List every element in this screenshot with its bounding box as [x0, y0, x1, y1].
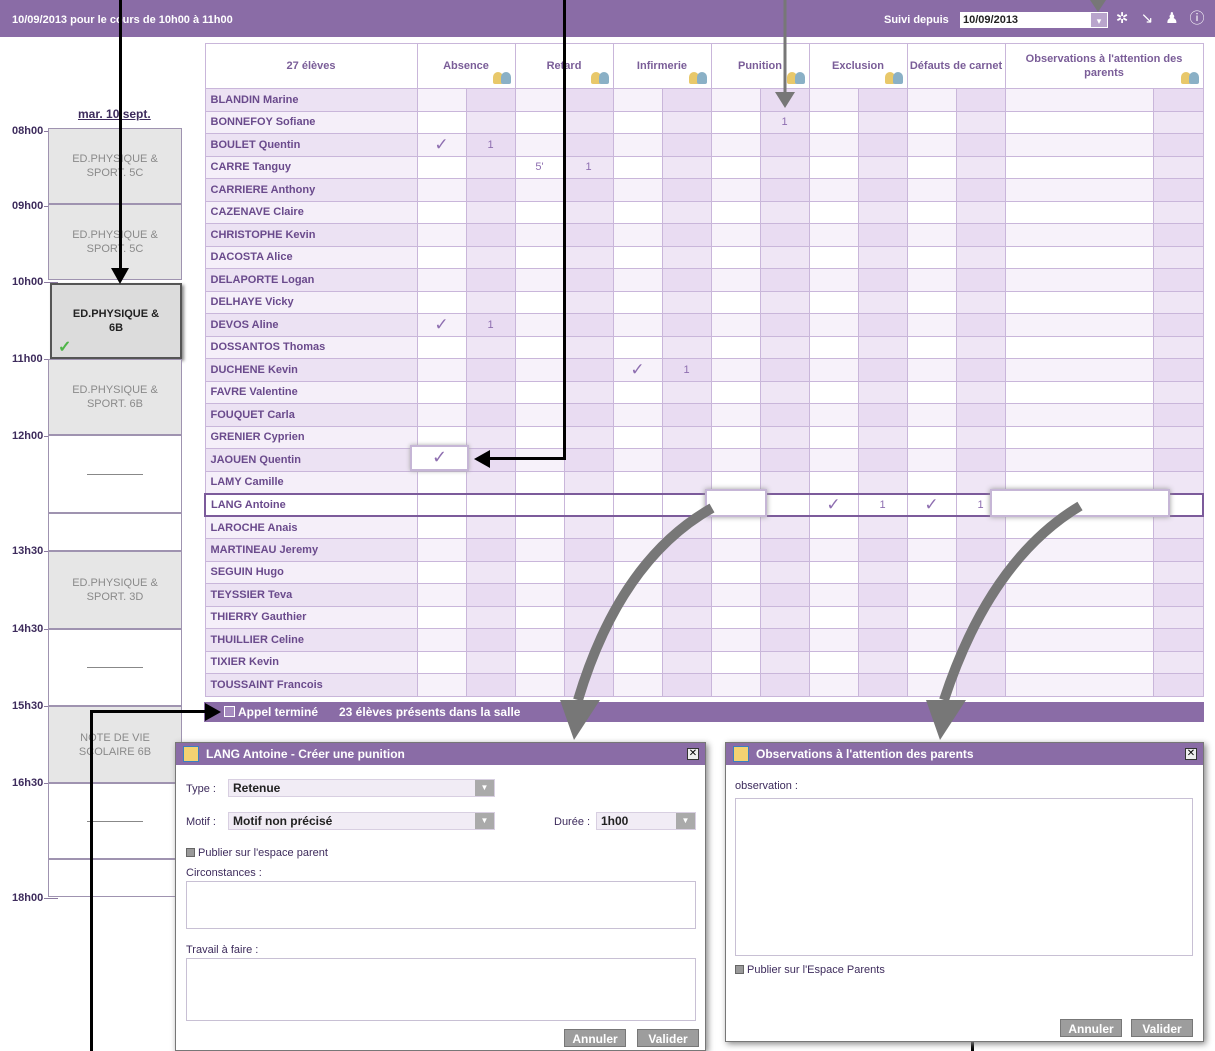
callout-arrow-head	[926, 700, 966, 740]
chevron-down-icon: ▼	[475, 813, 494, 829]
app-icon	[183, 746, 199, 762]
travail-textarea[interactable]	[186, 958, 696, 1021]
checkbox-box	[186, 848, 195, 857]
duree-select[interactable]: 1h00 ▼	[596, 812, 696, 830]
type-value: Retenue	[233, 781, 281, 795]
circonstances-label: Circonstances :	[186, 867, 262, 879]
punition-dialog-header: LANG Antoine - Créer une punition ✕	[176, 743, 705, 765]
annotation-arrow-head	[111, 268, 129, 284]
validate-button[interactable]: Valider	[1131, 1019, 1193, 1037]
validate-button[interactable]: Valider	[637, 1029, 699, 1047]
observation-dialog: Observations à l'attention des parents ✕…	[725, 742, 1204, 1042]
duree-value: 1h00	[601, 814, 629, 828]
cancel-button[interactable]: Annuler	[564, 1029, 626, 1047]
annotation-line	[119, 0, 122, 272]
motif-value: Motif non précisé	[233, 814, 333, 828]
annotation-line	[90, 710, 205, 713]
chevron-down-icon: ▼	[475, 780, 494, 796]
observation-textarea[interactable]	[735, 798, 1193, 956]
motif-label: Motif :	[186, 816, 216, 828]
callout-arrow-head	[560, 700, 600, 740]
type-select[interactable]: Retenue ▼	[228, 779, 495, 797]
callout-arrow-punition	[573, 503, 715, 702]
punition-dialog: LANG Antoine - Créer une punition ✕ Type…	[175, 742, 706, 1051]
annotation-arrow-head	[1090, 0, 1106, 12]
punition-dialog-title: LANG Antoine - Créer une punition	[206, 747, 405, 761]
publish-parents-label: Publier sur l'Espace Parents	[747, 964, 885, 976]
publish-parent-label: Publier sur l'espace parent	[198, 847, 328, 859]
cancel-button[interactable]: Annuler	[1060, 1019, 1122, 1037]
type-label: Type :	[186, 783, 216, 795]
chevron-down-icon: ▼	[676, 813, 695, 829]
callout-arrow-observation	[939, 501, 1083, 702]
annotation-line	[563, 0, 566, 460]
annotation-arrow-head	[205, 703, 221, 721]
annotation-line	[90, 710, 93, 1051]
close-icon[interactable]: ✕	[1185, 748, 1197, 760]
publish-parent-checkbox[interactable]: Publier sur l'espace parent	[186, 847, 328, 859]
annotation-arrow-head	[474, 450, 490, 468]
observation-dialog-title: Observations à l'attention des parents	[756, 747, 974, 761]
annotation-line	[490, 457, 566, 460]
duree-label: Durée :	[554, 816, 591, 828]
circonstances-textarea[interactable]	[186, 881, 696, 929]
checkbox-box	[735, 965, 744, 974]
app-icon	[733, 746, 749, 762]
motif-select[interactable]: Motif non précisé ▼	[228, 812, 495, 830]
annotation-arrow-head	[775, 92, 795, 108]
travail-label: Travail à faire :	[186, 944, 259, 956]
publish-parents-checkbox[interactable]: Publier sur l'Espace Parents	[735, 964, 885, 976]
observation-label: observation :	[735, 780, 798, 792]
observation-dialog-header: Observations à l'attention des parents ✕	[726, 743, 1203, 765]
close-icon[interactable]: ✕	[687, 748, 699, 760]
